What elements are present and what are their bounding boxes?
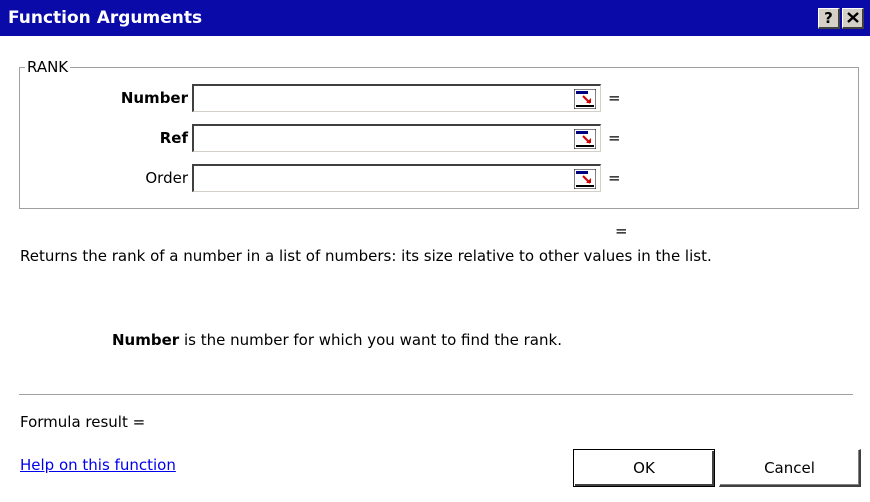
help-button[interactable]: ? <box>818 7 840 29</box>
argument-description: Number is the number for which you want … <box>112 331 562 349</box>
help-link[interactable]: Help on this function <box>20 456 176 474</box>
title-bar: Function Arguments ? <box>0 0 870 36</box>
formula-result: Formula result = <box>20 413 146 431</box>
argument-help-text: is the number for which you want to find… <box>179 331 562 349</box>
arg-equals: = <box>608 129 621 147</box>
arg-row-order: Order = <box>0 164 621 192</box>
arg-row-ref: Ref = <box>0 124 621 152</box>
arg-input-ref[interactable] <box>192 124 601 152</box>
window-title: Function Arguments <box>8 8 203 28</box>
collapse-dialog-icon[interactable] <box>573 128 597 150</box>
arg-equals: = <box>608 169 621 187</box>
arg-equals: = <box>608 89 621 107</box>
arg-label-order: Order <box>145 169 188 187</box>
argument-name: Number <box>112 331 180 349</box>
collapse-dialog-icon[interactable] <box>573 88 597 110</box>
arg-input-number[interactable] <box>192 84 601 112</box>
function-name-label: RANK <box>25 58 71 76</box>
arg-row-number: Number = <box>0 84 621 112</box>
close-icon <box>846 12 859 23</box>
close-button[interactable] <box>842 7 864 29</box>
function-result-equals: = <box>615 222 628 240</box>
function-description: Returns the rank of a number in a list o… <box>20 247 712 265</box>
separator <box>19 394 853 396</box>
cancel-button[interactable]: Cancel <box>719 449 861 487</box>
arg-label-number: Number <box>120 89 188 107</box>
arg-input-order[interactable] <box>192 164 601 192</box>
ok-button[interactable]: OK <box>573 449 715 487</box>
arg-label-ref: Ref <box>159 129 188 147</box>
collapse-dialog-icon[interactable] <box>573 168 597 190</box>
